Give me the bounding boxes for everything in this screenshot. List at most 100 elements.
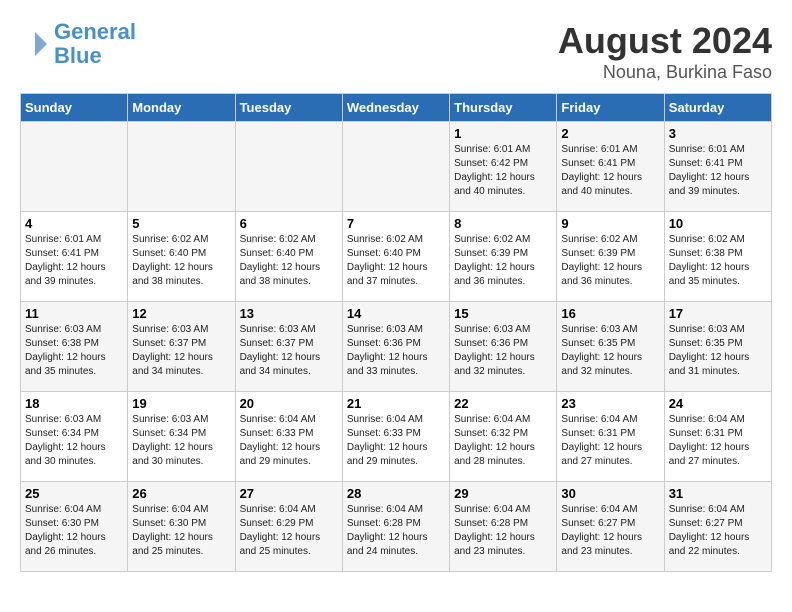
- day-info: Sunrise: 6:02 AM Sunset: 6:40 PM Dayligh…: [347, 233, 445, 289]
- calendar-cell: 24 Sunrise: 6:04 AM Sunset: 6:31 PM Dayli…: [664, 392, 771, 482]
- day-info: Sunrise: 6:04 AM Sunset: 6:27 PM Dayligh…: [669, 503, 767, 559]
- calendar-cell: 14 Sunrise: 6:03 AM Sunset: 6:36 PM Dayli…: [342, 302, 449, 392]
- weekday-header-tuesday: Tuesday: [235, 94, 342, 122]
- weekday-header-wednesday: Wednesday: [342, 94, 449, 122]
- day-number: 11: [25, 306, 123, 321]
- calendar-cell: [128, 122, 235, 212]
- day-info: Sunrise: 6:03 AM Sunset: 6:38 PM Dayligh…: [25, 323, 123, 379]
- calendar-week-row: 18Sunrise: 6:03 AM Sunset: 6:34 PM Dayli…: [21, 392, 772, 482]
- day-info: Sunrise: 6:04 AM Sunset: 6:32 PM Dayligh…: [454, 413, 552, 469]
- calendar-cell: 2Sunrise: 6:01 AM Sunset: 6:41 PM Daylig…: [557, 122, 664, 212]
- day-number: 16: [561, 306, 659, 321]
- day-info: Sunrise: 6:04 AM Sunset: 6:27 PM Dayligh…: [561, 503, 659, 559]
- logo: General Blue: [20, 20, 136, 68]
- calendar-cell: [21, 122, 128, 212]
- calendar-cell: [342, 122, 449, 212]
- day-number: 26: [132, 486, 230, 501]
- weekday-header-row: SundayMondayTuesdayWednesdayThursdayFrid…: [21, 94, 772, 122]
- day-info: Sunrise: 6:03 AM Sunset: 6:37 PM Dayligh…: [240, 323, 338, 379]
- calendar-cell: 19 Sunrise: 6:03 AM Sunset: 6:34 PM Dayli…: [128, 392, 235, 482]
- day-number: 3: [669, 126, 767, 141]
- calendar-week-row: 25 Sunrise: 6:04 AM Sunset: 6:30 PM Dayli…: [21, 482, 772, 572]
- calendar-cell: 3 Sunrise: 6:01 AM Sunset: 6:41 PM Daylig…: [664, 122, 771, 212]
- day-info: Sunrise: 6:03 AM Sunset: 6:34 PM Dayligh…: [132, 413, 230, 469]
- day-info: Sunrise: 6:03 AM Sunset: 6:35 PM Dayligh…: [561, 323, 659, 379]
- day-number: 4: [25, 216, 123, 231]
- day-number: 30: [561, 486, 659, 501]
- calendar-cell: 9Sunrise: 6:02 AM Sunset: 6:39 PM Daylig…: [557, 212, 664, 302]
- day-info: Sunrise: 6:02 AM Sunset: 6:39 PM Dayligh…: [454, 233, 552, 289]
- page-subtitle: Nouna, Burkina Faso: [558, 62, 772, 83]
- day-number: 20: [240, 396, 338, 411]
- calendar-cell: 30 Sunrise: 6:04 AM Sunset: 6:27 PM Dayli…: [557, 482, 664, 572]
- day-number: 23: [561, 396, 659, 411]
- day-number: 31: [669, 486, 767, 501]
- calendar-cell: 27Sunrise: 6:04 AM Sunset: 6:29 PM Dayli…: [235, 482, 342, 572]
- calendar-cell: 28 Sunrise: 6:04 AM Sunset: 6:28 PM Dayli…: [342, 482, 449, 572]
- calendar-cell: 26 Sunrise: 6:04 AM Sunset: 6:30 PM Dayli…: [128, 482, 235, 572]
- calendar-cell: 23 Sunrise: 6:04 AM Sunset: 6:31 PM Dayli…: [557, 392, 664, 482]
- calendar-cell: [235, 122, 342, 212]
- calendar-cell: 17Sunrise: 6:03 AM Sunset: 6:35 PM Dayli…: [664, 302, 771, 392]
- day-number: 12: [132, 306, 230, 321]
- logo-text: General Blue: [54, 20, 136, 68]
- day-number: 21: [347, 396, 445, 411]
- weekday-header-monday: Monday: [128, 94, 235, 122]
- calendar-cell: 1Sunrise: 6:01 AM Sunset: 6:42 PM Daylig…: [450, 122, 557, 212]
- day-info: Sunrise: 6:04 AM Sunset: 6:28 PM Dayligh…: [454, 503, 552, 559]
- day-info: Sunrise: 6:04 AM Sunset: 6:31 PM Dayligh…: [669, 413, 767, 469]
- day-info: Sunrise: 6:04 AM Sunset: 6:28 PM Dayligh…: [347, 503, 445, 559]
- day-number: 19: [132, 396, 230, 411]
- calendar-cell: 10Sunrise: 6:02 AM Sunset: 6:38 PM Dayli…: [664, 212, 771, 302]
- calendar-week-row: 4 Sunrise: 6:01 AM Sunset: 6:41 PM Daylig…: [21, 212, 772, 302]
- day-info: Sunrise: 6:03 AM Sunset: 6:34 PM Dayligh…: [25, 413, 123, 469]
- calendar-cell: 16 Sunrise: 6:03 AM Sunset: 6:35 PM Dayli…: [557, 302, 664, 392]
- day-info: Sunrise: 6:04 AM Sunset: 6:33 PM Dayligh…: [240, 413, 338, 469]
- calendar-cell: 20 Sunrise: 6:04 AM Sunset: 6:33 PM Dayli…: [235, 392, 342, 482]
- day-info: Sunrise: 6:02 AM Sunset: 6:40 PM Dayligh…: [240, 233, 338, 289]
- day-number: 28: [347, 486, 445, 501]
- day-info: Sunrise: 6:04 AM Sunset: 6:31 PM Dayligh…: [561, 413, 659, 469]
- day-number: 25: [25, 486, 123, 501]
- day-number: 8: [454, 216, 552, 231]
- calendar-cell: 29 Sunrise: 6:04 AM Sunset: 6:28 PM Dayli…: [450, 482, 557, 572]
- day-info: Sunrise: 6:01 AM Sunset: 6:41 PM Dayligh…: [669, 143, 767, 199]
- day-number: 22: [454, 396, 552, 411]
- calendar-cell: 21 Sunrise: 6:04 AM Sunset: 6:33 PM Dayli…: [342, 392, 449, 482]
- day-info: Sunrise: 6:04 AM Sunset: 6:33 PM Dayligh…: [347, 413, 445, 469]
- calendar-cell: 15Sunrise: 6:03 AM Sunset: 6:36 PM Dayli…: [450, 302, 557, 392]
- day-info: Sunrise: 6:02 AM Sunset: 6:38 PM Dayligh…: [669, 233, 767, 289]
- calendar-cell: 11 Sunrise: 6:03 AM Sunset: 6:38 PM Dayli…: [21, 302, 128, 392]
- day-info: Sunrise: 6:03 AM Sunset: 6:37 PM Dayligh…: [132, 323, 230, 379]
- weekday-header-thursday: Thursday: [450, 94, 557, 122]
- weekday-header-sunday: Sunday: [21, 94, 128, 122]
- day-number: 9: [561, 216, 659, 231]
- calendar-cell: 22 Sunrise: 6:04 AM Sunset: 6:32 PM Dayli…: [450, 392, 557, 482]
- day-info: Sunrise: 6:01 AM Sunset: 6:41 PM Dayligh…: [561, 143, 659, 199]
- day-info: Sunrise: 6:01 AM Sunset: 6:42 PM Dayligh…: [454, 143, 552, 199]
- day-number: 14: [347, 306, 445, 321]
- day-number: 6: [240, 216, 338, 231]
- calendar-week-row: 1Sunrise: 6:01 AM Sunset: 6:42 PM Daylig…: [21, 122, 772, 212]
- calendar-cell: 8 Sunrise: 6:02 AM Sunset: 6:39 PM Daylig…: [450, 212, 557, 302]
- calendar-cell: 5 Sunrise: 6:02 AM Sunset: 6:40 PM Daylig…: [128, 212, 235, 302]
- calendar-table: SundayMondayTuesdayWednesdayThursdayFrid…: [20, 93, 772, 572]
- day-number: 7: [347, 216, 445, 231]
- weekday-header-friday: Friday: [557, 94, 664, 122]
- calendar-cell: 6 Sunrise: 6:02 AM Sunset: 6:40 PM Daylig…: [235, 212, 342, 302]
- day-number: 5: [132, 216, 230, 231]
- day-info: Sunrise: 6:03 AM Sunset: 6:36 PM Dayligh…: [347, 323, 445, 379]
- day-info: Sunrise: 6:04 AM Sunset: 6:30 PM Dayligh…: [132, 503, 230, 559]
- day-number: 24: [669, 396, 767, 411]
- day-info: Sunrise: 6:01 AM Sunset: 6:41 PM Dayligh…: [25, 233, 123, 289]
- calendar-cell: 18Sunrise: 6:03 AM Sunset: 6:34 PM Dayli…: [21, 392, 128, 482]
- day-number: 13: [240, 306, 338, 321]
- day-info: Sunrise: 6:02 AM Sunset: 6:40 PM Dayligh…: [132, 233, 230, 289]
- day-number: 29: [454, 486, 552, 501]
- calendar-cell: 31 Sunrise: 6:04 AM Sunset: 6:27 PM Dayli…: [664, 482, 771, 572]
- calendar-cell: 13 Sunrise: 6:03 AM Sunset: 6:37 PM Dayli…: [235, 302, 342, 392]
- weekday-header-saturday: Saturday: [664, 94, 771, 122]
- logo-icon: [20, 29, 50, 59]
- calendar-week-row: 11 Sunrise: 6:03 AM Sunset: 6:38 PM Dayli…: [21, 302, 772, 392]
- calendar-cell: 7 Sunrise: 6:02 AM Sunset: 6:40 PM Daylig…: [342, 212, 449, 302]
